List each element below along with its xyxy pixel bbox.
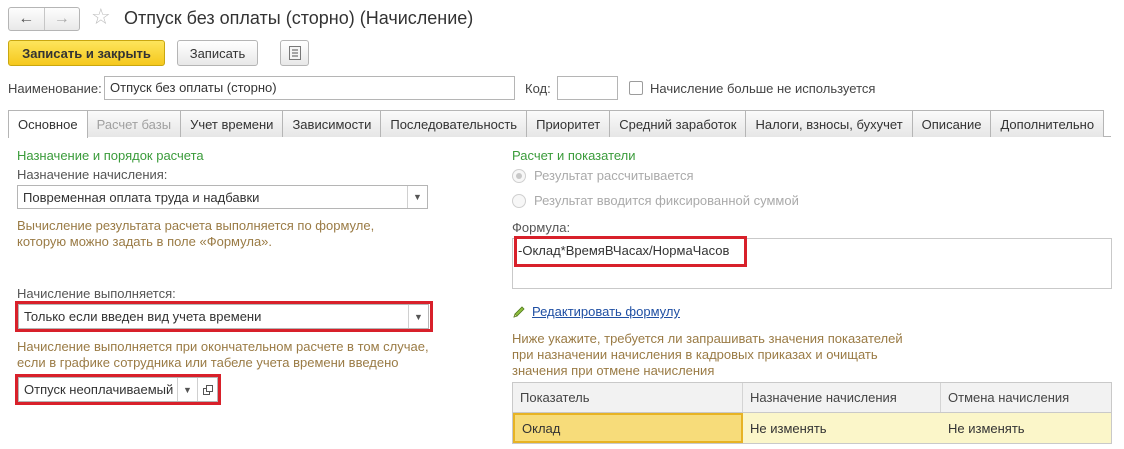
open-icon[interactable] — [197, 378, 217, 401]
radio-calculated-label: Результат рассчитывается — [534, 168, 694, 183]
tab-time-tracking[interactable]: Учет времени — [180, 110, 284, 137]
purpose-value: Повременная оплата труда и надбавки — [23, 189, 260, 205]
performed-hint-line2: если в графике сотрудника или табеле уче… — [17, 355, 399, 370]
cell-assign[interactable]: Не изменять — [743, 413, 941, 443]
edit-formula-row[interactable]: Редактировать формулу — [512, 304, 680, 319]
time-type-select[interactable]: Отпуск неоплачиваемый ▼ — [18, 377, 218, 402]
formula-label: Формула: — [512, 220, 571, 235]
code-label: Код: — [525, 81, 551, 96]
arrow-right-icon: → — [53, 10, 70, 27]
star-icon[interactable]: ☆ — [91, 5, 111, 29]
tab-bar: Основное Расчет базы Учет времени Зависи… — [8, 110, 1111, 138]
tab-average-earnings[interactable]: Средний заработок — [609, 110, 747, 137]
chevron-down-icon[interactable]: ▼ — [408, 305, 428, 328]
indicators-table: Показатель Назначение начисления Отмена … — [512, 382, 1112, 444]
save-button[interactable]: Записать — [177, 40, 258, 66]
not-used-checkbox[interactable] — [629, 81, 643, 95]
right-section-title: Расчет и показатели — [512, 148, 636, 163]
name-label: Наименование: — [8, 81, 102, 96]
formula-value: -Оклад*ВремяВЧасах/НормаЧасов — [518, 243, 730, 258]
list-icon — [288, 46, 301, 60]
radio-calculated[interactable] — [512, 168, 526, 183]
pencil-icon — [513, 305, 525, 318]
window-title: Отпуск без оплаты (сторно) (Начисление) — [124, 8, 474, 28]
performed-select[interactable]: Только если введен вид учета времени ▼ — [18, 304, 429, 329]
table-header: Показатель Назначение начисления Отмена … — [513, 383, 1111, 413]
tab-dependencies[interactable]: Зависимости — [282, 110, 382, 137]
left-section-title: Назначение и порядок расчета — [17, 148, 204, 163]
forward-button[interactable]: → — [43, 8, 80, 30]
chevron-down-icon[interactable]: ▼ — [407, 186, 427, 208]
radio-fixed-label: Результат вводится фиксированной суммой — [534, 193, 799, 208]
arrow-left-icon: ← — [18, 10, 35, 27]
performed-hint-line1: Начисление выполняется при окончательном… — [17, 339, 429, 354]
indicators-hint-line1: Ниже укажите, требуется ли запрашивать з… — [512, 331, 903, 346]
cell-cancel[interactable]: Не изменять — [941, 413, 1111, 443]
navigation-buttons: ← → — [8, 7, 80, 31]
radio-fixed[interactable] — [512, 193, 526, 208]
time-type-value: Отпуск неоплачиваемый — [24, 382, 174, 397]
tab-description[interactable]: Описание — [911, 110, 992, 137]
radio-fixed-row[interactable]: Результат вводится фиксированной суммой — [512, 193, 799, 208]
code-input[interactable] — [557, 76, 618, 100]
save-and-close-button[interactable]: Записать и закрыть — [8, 40, 165, 66]
name-input[interactable]: Отпуск без оплаты (сторно) — [104, 76, 515, 100]
indicators-hint-line2: при назначении начисления в кадровых при… — [512, 347, 878, 362]
column-header-assign[interactable]: Назначение начисления — [743, 383, 941, 412]
performed-label: Начисление выполняется: — [17, 286, 176, 301]
tab-base-calculation[interactable]: Расчет базы — [86, 110, 182, 137]
tab-sequence[interactable]: Последовательность — [380, 110, 528, 137]
cell-indicator[interactable]: Оклад — [513, 413, 743, 443]
column-header-indicator[interactable]: Показатель — [513, 383, 743, 412]
indicators-hint-line3: значения при отмене начисления — [512, 363, 715, 378]
purpose-select[interactable]: Повременная оплата труда и надбавки ▼ — [17, 185, 428, 209]
radio-calculated-row[interactable]: Результат рассчитывается — [512, 168, 694, 183]
purpose-label: Назначение начисления: — [17, 167, 168, 182]
formula-hint-line2: которую можно задать в поле «Формула». — [17, 234, 273, 249]
tab-priority[interactable]: Приоритет — [526, 110, 611, 137]
performed-value: Только если введен вид учета времени — [24, 309, 262, 324]
formula-hint-line1: Вычисление результата расчета выполняетс… — [17, 218, 375, 233]
not-used-label: Начисление больше не используется — [650, 81, 876, 96]
table-row[interactable]: Оклад Не изменять Не изменять — [513, 413, 1111, 443]
edit-formula-link[interactable]: Редактировать формулу — [532, 304, 680, 319]
back-button[interactable]: ← — [9, 8, 44, 30]
tab-additional[interactable]: Дополнительно — [990, 110, 1105, 137]
tab-main[interactable]: Основное — [8, 110, 88, 138]
list-button[interactable] — [280, 40, 309, 66]
tab-taxes[interactable]: Налоги, взносы, бухучет — [745, 110, 913, 137]
chevron-down-icon[interactable]: ▼ — [177, 378, 197, 401]
column-header-cancel[interactable]: Отмена начисления — [941, 383, 1111, 412]
